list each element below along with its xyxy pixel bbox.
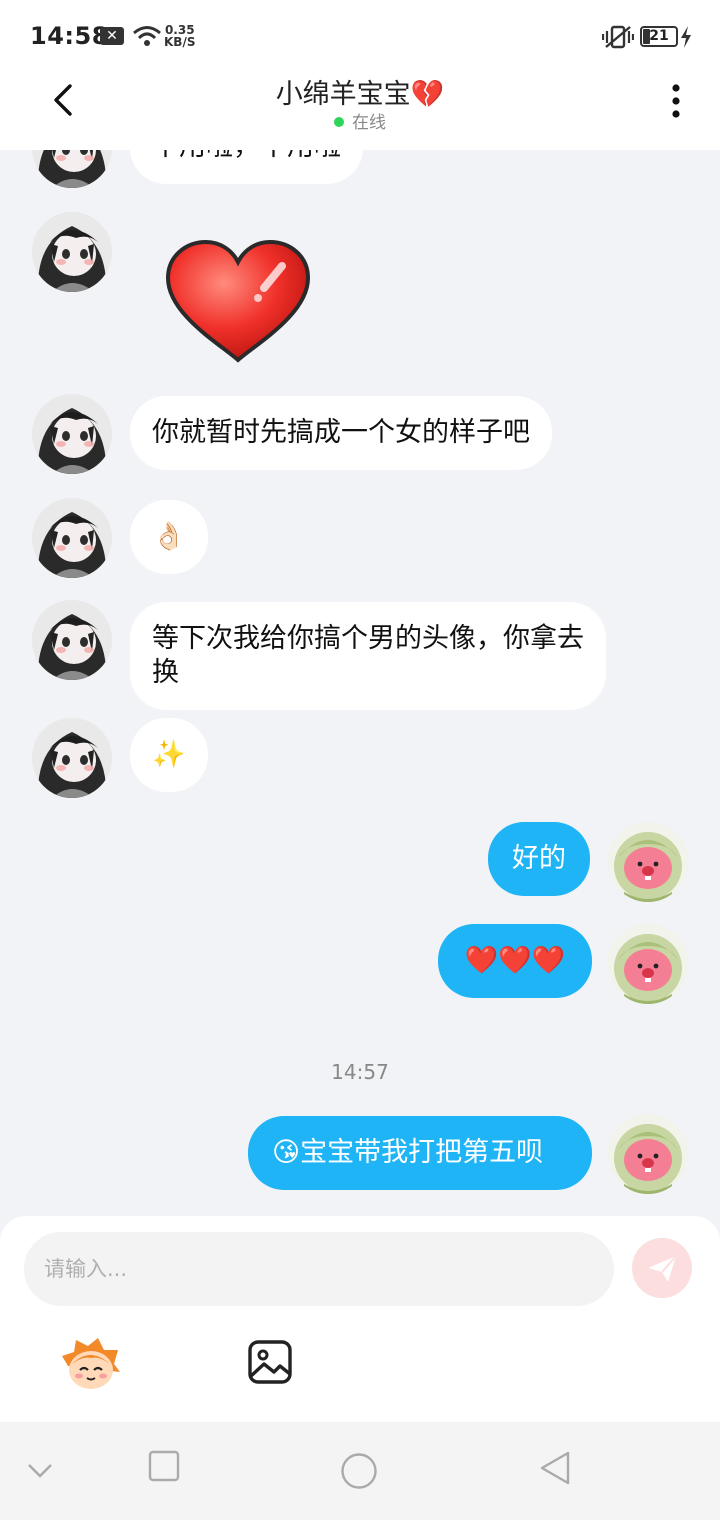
message-input[interactable] bbox=[24, 1232, 614, 1306]
contact-avatar[interactable] bbox=[32, 212, 112, 292]
my-avatar[interactable] bbox=[608, 822, 688, 902]
message-list[interactable]: 不用啦，不用啦 你就暂时先搞成一个女的样子吧 👌🏻 等下次我给你搞个男的头像，你… bbox=[0, 150, 720, 1216]
chat-header: 小绵羊宝宝💔 在线 bbox=[0, 72, 720, 150]
battery-icon: 21 bbox=[640, 26, 678, 47]
image-icon[interactable] bbox=[246, 1338, 294, 1386]
incoming-message-bubble[interactable]: 等下次我给你搞个男的头像，你拿去换 bbox=[130, 602, 606, 710]
back-triangle-icon[interactable] bbox=[538, 1450, 572, 1486]
my-avatar[interactable] bbox=[608, 1114, 688, 1194]
outgoing-message-bubble[interactable]: 😘宝宝带我打把第五呗 bbox=[248, 1116, 592, 1190]
network-speed-unit: KB/S bbox=[164, 35, 196, 49]
incoming-emoji-bubble[interactable]: ✨ bbox=[130, 718, 208, 792]
time-separator: 14:57 bbox=[331, 1060, 389, 1084]
network-speed: 0.35 KB/S bbox=[164, 24, 195, 48]
composer bbox=[0, 1216, 720, 1422]
incoming-message-bubble[interactable]: 不用啦，不用啦 bbox=[130, 150, 363, 184]
system-nav-bar bbox=[0, 1422, 720, 1520]
outgoing-message-bubble[interactable]: ❤️❤️❤️ bbox=[438, 924, 592, 998]
my-avatar[interactable] bbox=[608, 924, 688, 1004]
status-bar: 14:58 ✕ 0.35 KB/S 21 bbox=[0, 0, 720, 72]
charging-icon bbox=[681, 26, 691, 48]
chat-title: 小绵羊宝宝💔 bbox=[275, 79, 445, 110]
battery-level: 21 bbox=[649, 28, 669, 44]
online-status-label: 在线 bbox=[352, 113, 386, 133]
vibrate-mute-icon bbox=[602, 25, 634, 49]
emoji-face-icon[interactable] bbox=[60, 1336, 122, 1392]
contact-avatar[interactable] bbox=[32, 150, 112, 188]
recents-icon[interactable] bbox=[148, 1450, 180, 1482]
contact-avatar[interactable] bbox=[32, 600, 112, 680]
contact-avatar[interactable] bbox=[32, 394, 112, 474]
online-status: 在线 bbox=[0, 108, 720, 133]
home-icon[interactable] bbox=[340, 1452, 378, 1490]
more-vertical-icon[interactable] bbox=[662, 82, 690, 122]
incoming-message-bubble[interactable]: 你就暂时先搞成一个女的样子吧 bbox=[130, 396, 552, 470]
send-button[interactable] bbox=[632, 1238, 692, 1298]
contact-avatar[interactable] bbox=[32, 718, 112, 798]
incoming-emoji-bubble[interactable]: 👌🏻 bbox=[130, 500, 208, 574]
collapse-icon[interactable] bbox=[26, 1462, 54, 1480]
send-plane-icon bbox=[648, 1255, 677, 1282]
contact-avatar[interactable] bbox=[32, 498, 112, 578]
wifi-icon bbox=[133, 26, 161, 46]
notification-badge: ✕ bbox=[100, 27, 124, 45]
heart-sticker[interactable] bbox=[160, 240, 316, 366]
status-time: 14:58 bbox=[30, 22, 109, 50]
online-dot bbox=[334, 117, 344, 127]
outgoing-message-bubble[interactable]: 好的 bbox=[488, 822, 590, 896]
